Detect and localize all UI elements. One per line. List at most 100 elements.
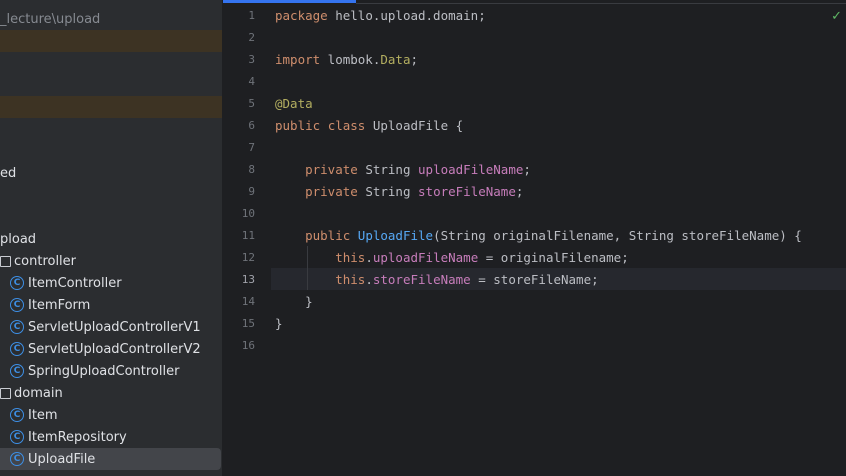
code-token: private — [305, 162, 358, 177]
code-token: Data — [380, 52, 411, 67]
tree-item-uploadfile[interactable]: C UploadFile — [0, 448, 221, 470]
class-icon: C — [10, 452, 24, 466]
class-icon: C — [10, 364, 24, 378]
code-token: @Data — [275, 96, 313, 111]
tree-item-label: controller — [14, 253, 77, 269]
tree-item-ed[interactable]: ed — [0, 162, 222, 184]
tree-item-servletuploadcontrollerv1[interactable]: C ServletUploadControllerV1 — [0, 316, 222, 338]
tree-item-label: domain — [14, 385, 63, 401]
tree-item-label: _lecture\upload — [0, 11, 101, 27]
line-number[interactable]: 16 — [215, 335, 255, 357]
code-line[interactable]: this.uploadFileName = originalFilename; — [275, 247, 629, 269]
tree-row[interactable] — [0, 30, 222, 52]
code-token: public — [305, 228, 351, 243]
line-number[interactable]: 7 — [215, 137, 255, 159]
class-icon: C — [10, 408, 24, 422]
code-token: public — [275, 118, 321, 133]
code-line[interactable]: public class UploadFile { — [275, 115, 463, 137]
code-token: this — [335, 250, 366, 265]
code-token: . — [365, 250, 373, 265]
line-number[interactable]: 2 — [215, 27, 255, 49]
code-token: this — [335, 272, 366, 287]
line-number[interactable]: 4 — [215, 71, 255, 93]
tree-item-label: SpringUploadController — [28, 363, 180, 379]
tree-item-pload[interactable]: pload — [0, 228, 222, 250]
tree-package-controller[interactable]: controller — [0, 250, 222, 272]
code-line[interactable]: import lombok.Data; — [275, 49, 418, 71]
tree-item-label: ed — [0, 165, 17, 181]
tree-row[interactable] — [0, 184, 222, 206]
tree-item-itemrepository[interactable]: C ItemRepository — [0, 426, 222, 448]
tree-item--lecture-upload[interactable]: _lecture\upload — [0, 8, 222, 30]
code-line[interactable]: public UploadFile(String originalFilenam… — [275, 225, 802, 247]
code-token: } — [275, 294, 313, 309]
line-number[interactable]: 6 — [215, 115, 255, 137]
code-token: = storeFileName; — [470, 272, 599, 287]
code-line[interactable]: } — [275, 313, 283, 335]
line-number[interactable]: 9 — [215, 181, 255, 203]
code-line[interactable]: this.storeFileName = storeFileName; — [275, 269, 599, 291]
tree-item-label: pload — [0, 231, 37, 247]
code-line[interactable]: private String storeFileName; — [275, 181, 523, 203]
code-token: (String originalFilename, String storeFi… — [433, 228, 802, 243]
line-number[interactable]: 11 — [215, 225, 255, 247]
tree-item-servletuploadcontrollerv2[interactable]: C ServletUploadControllerV2 — [0, 338, 222, 360]
code-token: ; — [410, 52, 419, 67]
code-token: ; — [515, 184, 524, 199]
code-token: import — [275, 52, 321, 67]
inspection-ok-icon[interactable]: ✓ — [831, 9, 842, 24]
tree-row[interactable] — [0, 140, 222, 162]
line-number[interactable]: 13 — [215, 269, 255, 291]
code-editor[interactable]: 1 2 3 4 5 6 7 8 9 10 11 12 13 14 15 16 package hello.up… — [223, 0, 846, 476]
code-line[interactable]: @Data — [275, 93, 313, 115]
code-token: . — [365, 272, 373, 287]
line-number[interactable]: 3 — [215, 49, 255, 71]
tree-item-label: ItemForm — [28, 297, 91, 313]
code-token: package — [275, 8, 328, 23]
tree-row[interactable] — [0, 118, 222, 140]
code-token: private — [305, 184, 358, 199]
code-token: String — [357, 162, 419, 177]
code-token: UploadFile { — [365, 118, 464, 133]
class-icon: C — [10, 276, 24, 290]
tree-item-label: ItemRepository — [28, 429, 127, 445]
line-number[interactable]: 1 — [215, 5, 255, 27]
line-number[interactable]: 12 — [215, 247, 255, 269]
tree-package-domain[interactable]: domain — [0, 382, 222, 404]
line-number-gutter[interactable]: 1 2 3 4 5 6 7 8 9 10 11 12 13 14 15 16 — [223, 0, 271, 476]
code-token: ; — [523, 162, 531, 177]
code-token: storeFileName — [418, 184, 516, 199]
class-icon: C — [10, 430, 24, 444]
line-number[interactable]: 14 — [215, 291, 255, 313]
tree-item-itemform[interactable]: C ItemForm — [0, 294, 222, 316]
code-line[interactable]: package hello.upload.domain; — [275, 5, 486, 27]
tree-item-springuploadcontroller[interactable]: C SpringUploadController — [0, 360, 222, 382]
line-number[interactable]: 15 — [215, 313, 255, 335]
code-token: = originalFilename; — [478, 250, 629, 265]
line-number[interactable]: 10 — [215, 203, 255, 225]
line-number[interactable]: 5 — [215, 93, 255, 115]
tree-row[interactable] — [0, 96, 222, 118]
code-token: hello.upload.domain; — [327, 8, 486, 23]
line-number[interactable]: 8 — [215, 159, 255, 181]
code-area[interactable]: package hello.upload.domain; import lombo… — [275, 0, 846, 476]
tree-item-itemcontroller[interactable]: C ItemController — [0, 272, 222, 294]
code-token: storeFileName — [372, 272, 471, 287]
tree-row[interactable] — [0, 52, 222, 74]
tree-row[interactable] — [0, 74, 222, 96]
tree-row[interactable] — [0, 206, 222, 228]
code-token: uploadFileName — [372, 250, 479, 265]
code-line[interactable]: } — [275, 291, 313, 313]
code-token: } — [275, 316, 283, 331]
class-icon: C — [10, 342, 24, 356]
tree-item-item[interactable]: C Item — [0, 404, 222, 426]
project-tree: _lecture\uploaded pload controller C ItemCon… — [0, 0, 222, 476]
class-icon: C — [10, 320, 24, 334]
code-line[interactable]: private String uploadFileName; — [275, 159, 531, 181]
